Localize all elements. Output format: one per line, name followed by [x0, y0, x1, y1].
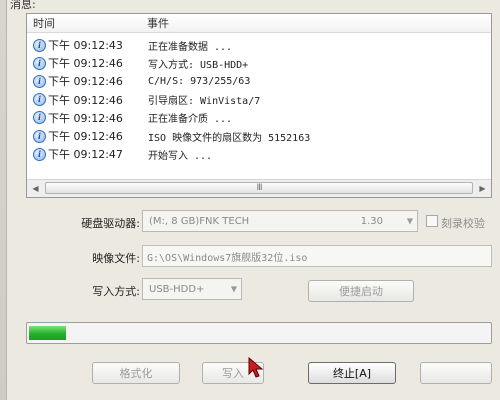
window-left-frame	[0, 0, 7, 400]
info-icon: i	[33, 147, 46, 161]
back-button[interactable]	[420, 362, 492, 384]
stop-button[interactable]: 终止[A]	[308, 362, 396, 384]
log-time: 下午 09:12:47	[48, 148, 123, 162]
verify-checkbox[interactable]	[426, 215, 438, 227]
log-time: 下午 09:12:46	[48, 75, 123, 89]
progress-fill	[29, 326, 66, 340]
scrollbar-thumb[interactable]: III	[45, 182, 473, 194]
log-event: 开始写入 ...	[148, 150, 213, 162]
verify-label: 刻录校验	[441, 217, 485, 230]
log-rows: i 下午 09:12:43 正在准备数据 ... i 下午 09:12:46 写入方…	[27, 36, 491, 163]
log-event: 正在准备数据 ...	[148, 41, 233, 53]
progress-bar	[26, 322, 492, 344]
mouse-cursor-icon	[248, 357, 264, 379]
log-list[interactable]: 时间 事件 i 下午 09:12:43 正在准备数据 ... i 下午 09:12:…	[26, 13, 492, 198]
log-header: 时间 事件	[27, 14, 491, 33]
log-row[interactable]: i 下午 09:12:46 C/H/S: 973/255/63	[27, 72, 491, 90]
format-button[interactable]: 格式化	[92, 362, 180, 384]
thumb-grip: III	[256, 183, 263, 193]
disk-version: 1.30	[360, 215, 383, 227]
log-row[interactable]: i 下午 09:12:43 正在准备数据 ...	[27, 36, 491, 54]
column-header-event[interactable]: 事件	[143, 15, 491, 31]
info-icon: i	[33, 129, 46, 143]
log-event: ISO 映像文件的扇区数为 5152163	[148, 132, 311, 144]
info-icon: i	[33, 38, 46, 52]
scroll-left-icon[interactable]: ◀	[28, 181, 43, 196]
image-label: 映像文件:	[92, 252, 140, 265]
log-time: 下午 09:12:46	[48, 130, 123, 144]
image-path-field[interactable]: G:\OS\Windows7旗舰版32位.iso	[142, 245, 492, 267]
log-time: 下午 09:12:46	[48, 93, 123, 107]
log-event: C/H/S: 973/255/63	[148, 75, 251, 87]
column-header-time[interactable]: 时间	[27, 15, 143, 31]
messages-label: 消息:	[10, 0, 36, 11]
info-icon: i	[33, 111, 46, 125]
scroll-right-icon[interactable]: ▶	[475, 181, 490, 196]
horizontal-scrollbar[interactable]: ◀ III ▶	[27, 179, 491, 197]
log-event: 写入方式: USB-HDD+	[148, 59, 249, 71]
chevron-down-icon: ▼	[230, 284, 237, 294]
write-mode-select[interactable]: USB-HDD+ ▼	[142, 278, 242, 300]
write-mode-value: USB-HDD+	[149, 283, 205, 295]
log-row[interactable]: i 下午 09:12:46 引导扇区: WinVista/7	[27, 91, 491, 109]
log-row[interactable]: i 下午 09:12:46 ISO 映像文件的扇区数为 5152163	[27, 127, 491, 145]
log-row[interactable]: i 下午 09:12:47 开始写入 ...	[27, 145, 491, 163]
log-event: 正在准备介质 ...	[148, 114, 233, 126]
info-icon: i	[33, 56, 46, 70]
log-row[interactable]: i 下午 09:12:46 写入方式: USB-HDD+	[27, 54, 491, 72]
log-event: 引导扇区: WinVista/7	[148, 96, 261, 108]
log-row[interactable]: i 下午 09:12:46 正在准备介质 ...	[27, 109, 491, 127]
disk-select[interactable]: (M:, 8 GB)FNK TECH 1.30 ▼	[142, 210, 418, 232]
hide-boot-button[interactable]: 便捷启动	[308, 280, 414, 302]
disk-label: 硬盘驱动器:	[81, 217, 140, 230]
log-time: 下午 09:12:43	[48, 39, 123, 53]
disk-select-value: (M:, 8 GB)FNK TECH	[149, 215, 250, 227]
info-icon: i	[33, 74, 46, 88]
chevron-down-icon: ▼	[406, 216, 413, 226]
log-time: 下午 09:12:46	[48, 111, 123, 125]
write-mode-label: 写入方式:	[92, 285, 140, 298]
log-time: 下午 09:12:46	[48, 57, 123, 71]
info-icon: i	[33, 93, 46, 107]
